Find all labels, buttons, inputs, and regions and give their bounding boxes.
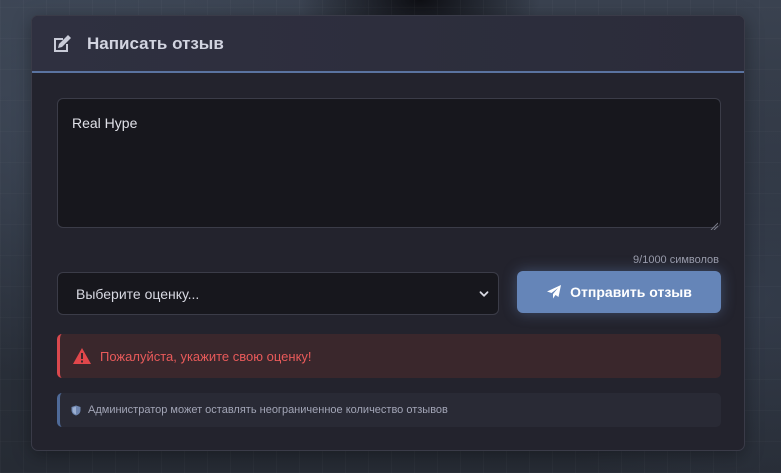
warning-icon [72, 347, 92, 365]
char-count-value: 9/1000 [633, 254, 667, 266]
review-form-card: Написать отзыв Real Hype 9/1000 символов … [31, 15, 745, 451]
submit-review-label: Отправить отзыв [570, 284, 692, 300]
info-message: Администратор может оставлять неограниче… [88, 404, 448, 416]
info-note: Администратор может оставлять неограниче… [57, 393, 721, 427]
submit-review-button[interactable]: Отправить отзыв [517, 271, 721, 313]
char-count-label: символов [669, 254, 719, 266]
page-title: Написать отзыв [87, 33, 224, 53]
error-message: Пожалуйста, укажите свою оценку! [100, 348, 312, 364]
edit-icon [51, 33, 73, 55]
review-textarea-wrapper: Real Hype [57, 98, 721, 231]
error-alert: Пожалуйста, укажите свою оценку! [57, 334, 721, 378]
shield-icon [71, 405, 81, 416]
char-counter: 9/1000 символов [633, 254, 719, 266]
rating-select-value: Выберите оценку... [76, 285, 200, 302]
chevron-down-icon [478, 288, 490, 300]
resize-handle-icon[interactable] [710, 217, 719, 231]
card-header: Написать отзыв [32, 16, 744, 73]
rating-select[interactable]: Выберите оценку... [57, 272, 499, 315]
review-textarea[interactable]: Real Hype [58, 99, 720, 227]
paper-plane-icon [546, 284, 562, 300]
